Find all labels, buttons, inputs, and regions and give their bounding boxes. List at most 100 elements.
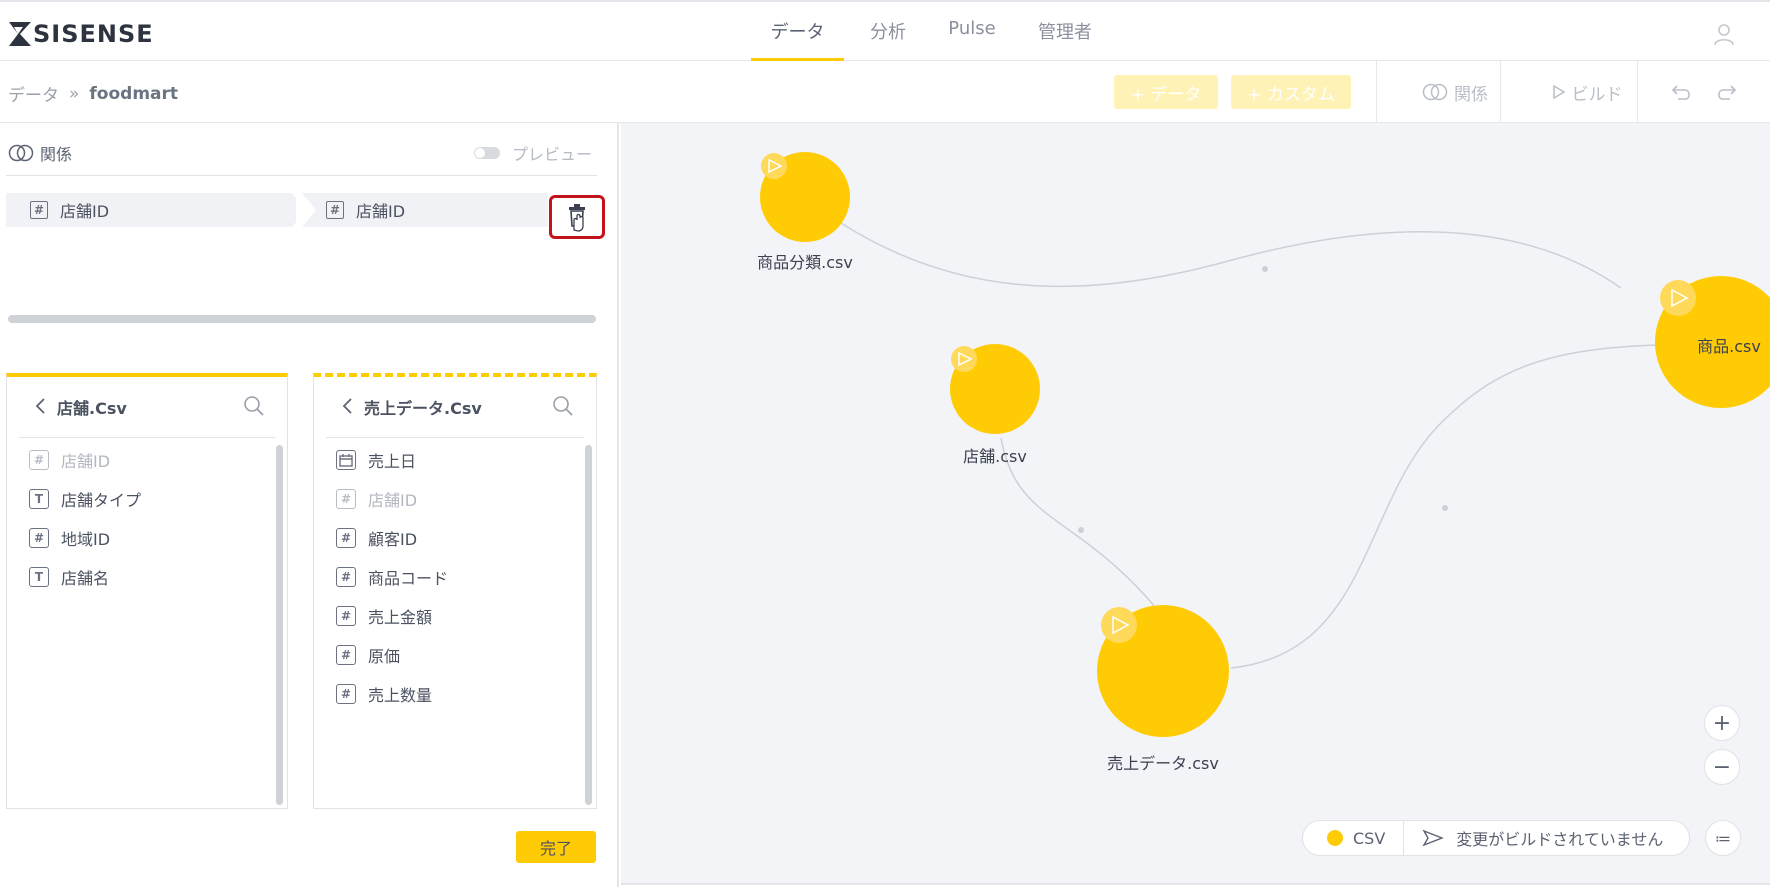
field-item[interactable]: # 売上数量: [336, 681, 432, 707]
numeric-field-icon: #: [29, 450, 49, 470]
redo-icon[interactable]: [1714, 81, 1738, 103]
field-item[interactable]: # 店舗ID: [336, 486, 417, 512]
field-item[interactable]: # 地域ID: [29, 525, 110, 551]
divider: [1403, 820, 1405, 856]
field-item[interactable]: # 顧客ID: [336, 525, 417, 551]
relation-right-field-chip[interactable]: # 店舗ID: [302, 193, 548, 227]
numeric-field-icon: #: [336, 489, 356, 509]
field-label: 顧客ID: [368, 530, 418, 549]
toolbar-divider: [1637, 61, 1638, 123]
add-custom-label: + カスタム: [1247, 84, 1335, 105]
relation-left-field: 店舗ID: [60, 202, 110, 221]
zoom-out-button[interactable]: −: [1704, 749, 1740, 785]
done-button[interactable]: 完了: [516, 831, 596, 863]
numeric-field-icon: #: [326, 201, 344, 219]
preview-toggle-group[interactable]: プレビュー: [474, 141, 592, 165]
field-label: 原価: [368, 647, 401, 666]
divider: [19, 437, 275, 438]
table-card-title: 売上データ.Csv: [364, 399, 482, 418]
relation-editor-panel: 関係 プレビュー # 店舗ID # 店舗ID 店舗.Csv # 店舗ID T 店…: [0, 123, 619, 887]
preview-toggle[interactable]: [474, 147, 500, 159]
field-item[interactable]: T 店舗名: [29, 564, 109, 590]
field-label: 店舗ID: [368, 491, 418, 510]
chevron-left-icon[interactable]: [340, 397, 354, 415]
add-custom-button[interactable]: + カスタム: [1231, 75, 1351, 109]
divider: [6, 175, 597, 176]
csv-dot-icon: [1327, 830, 1343, 846]
calendar-icon: [336, 450, 356, 470]
numeric-field-icon: #: [336, 528, 356, 548]
field-label: 商品コード: [368, 569, 449, 588]
search-icon[interactable]: [552, 395, 574, 417]
numeric-field-icon: #: [336, 606, 356, 626]
numeric-field-icon: #: [30, 201, 48, 219]
node-store[interactable]: [950, 344, 1040, 434]
breadcrumb-toolbar: データ » foodmart + データ + カスタム 関係 ビルド: [0, 61, 1770, 123]
user-icon[interactable]: [1712, 22, 1736, 46]
table-card-store: 店舗.Csv # 店舗ID T 店舗タイプ # 地域ID T 店舗名: [6, 373, 288, 809]
field-label: 店舗タイプ: [61, 491, 142, 510]
numeric-field-icon: #: [29, 528, 49, 548]
text-field-icon: T: [29, 567, 49, 587]
relation-right-field: 店舗ID: [356, 202, 406, 221]
relations-button[interactable]: 関係: [1400, 75, 1510, 109]
edge-midpoint: [1078, 527, 1084, 533]
top-navigation: SISENSE データ 分析 Pulse 管理者: [0, 0, 1770, 63]
tab-data[interactable]: データ: [751, 18, 844, 63]
field-label: 売上金額: [368, 608, 433, 627]
sisense-logo[interactable]: SISENSE: [8, 20, 154, 48]
breadcrumb-parent[interactable]: データ: [8, 81, 59, 106]
brand-name: SISENSE: [33, 20, 154, 48]
tab-pulse[interactable]: Pulse: [942, 18, 1002, 63]
relations-label: 関係: [1454, 84, 1488, 105]
toolbar-divider: [1376, 61, 1377, 123]
node-label-product[interactable]: 商品.csv: [1689, 333, 1769, 357]
node-label-category[interactable]: 商品分類.csv: [755, 249, 855, 273]
field-label: 売上日: [368, 452, 417, 471]
add-data-button[interactable]: + データ: [1114, 75, 1218, 109]
numeric-field-icon: #: [336, 684, 356, 704]
build-button[interactable]: ビルド: [1527, 75, 1647, 109]
field-item[interactable]: 売上日: [336, 447, 416, 473]
zoom-in-button[interactable]: +: [1704, 705, 1740, 741]
field-item[interactable]: T 店舗タイプ: [29, 486, 141, 512]
field-item[interactable]: # 売上金額: [336, 603, 432, 629]
search-icon[interactable]: [243, 395, 265, 417]
table-card-sales: 売上データ.Csv 売上日 # 店舗ID # 顧客ID # 商品コード # 売上金額 # 原価 # 売上…: [313, 373, 597, 809]
build-label: ビルド: [1571, 84, 1623, 105]
table-card-header: 店舗.Csv: [7, 377, 287, 437]
tab-admin[interactable]: 管理者: [1030, 18, 1100, 63]
legend-status: 変更がビルドされていません: [1456, 830, 1664, 849]
sisense-logo-mark-icon: [9, 22, 31, 46]
chevron-left-icon[interactable]: [33, 397, 47, 415]
vertical-scrollbar[interactable]: [276, 445, 283, 805]
field-item[interactable]: # 店舗ID: [29, 447, 110, 473]
delete-relation-button[interactable]: [549, 195, 605, 239]
numeric-field-icon: #: [336, 645, 356, 665]
list-icon: ≔: [1715, 828, 1731, 848]
relations-icon: [8, 144, 34, 162]
field-label: 店舗ID: [61, 452, 111, 471]
field-item[interactable]: # 原価: [336, 642, 400, 668]
node-label-store[interactable]: 店舗.csv: [945, 443, 1045, 467]
field-label: 店舗名: [61, 569, 110, 588]
node-category[interactable]: [760, 152, 850, 242]
text-field-icon: T: [29, 489, 49, 509]
add-data-label: + データ: [1130, 84, 1202, 105]
relation-edge[interactable]: [840, 222, 1622, 289]
relation-left-field-chip[interactable]: # 店舗ID: [6, 193, 296, 227]
undo-icon[interactable]: [1670, 81, 1694, 103]
vertical-scrollbar[interactable]: [585, 445, 592, 805]
list-view-button[interactable]: ≔: [1705, 820, 1741, 856]
relations-icon: [1422, 83, 1448, 101]
tab-analytics[interactable]: 分析: [862, 18, 914, 63]
legend-bar: CSV 変更がビルドされていません: [1302, 820, 1690, 856]
node-sales[interactable]: [1097, 605, 1229, 737]
horizontal-scrollbar[interactable]: [8, 315, 596, 323]
breadcrumb-current: foodmart: [89, 83, 179, 104]
node-label-sales[interactable]: 売上データ.csv: [1103, 750, 1223, 774]
toolbar-divider: [1500, 61, 1501, 123]
schema-canvas[interactable]: 商品分類.csv 店舗.csv 売上データ.csv 商品.csv + −: [621, 123, 1770, 885]
field-label: 地域ID: [61, 530, 111, 549]
field-item[interactable]: # 商品コード: [336, 564, 448, 590]
